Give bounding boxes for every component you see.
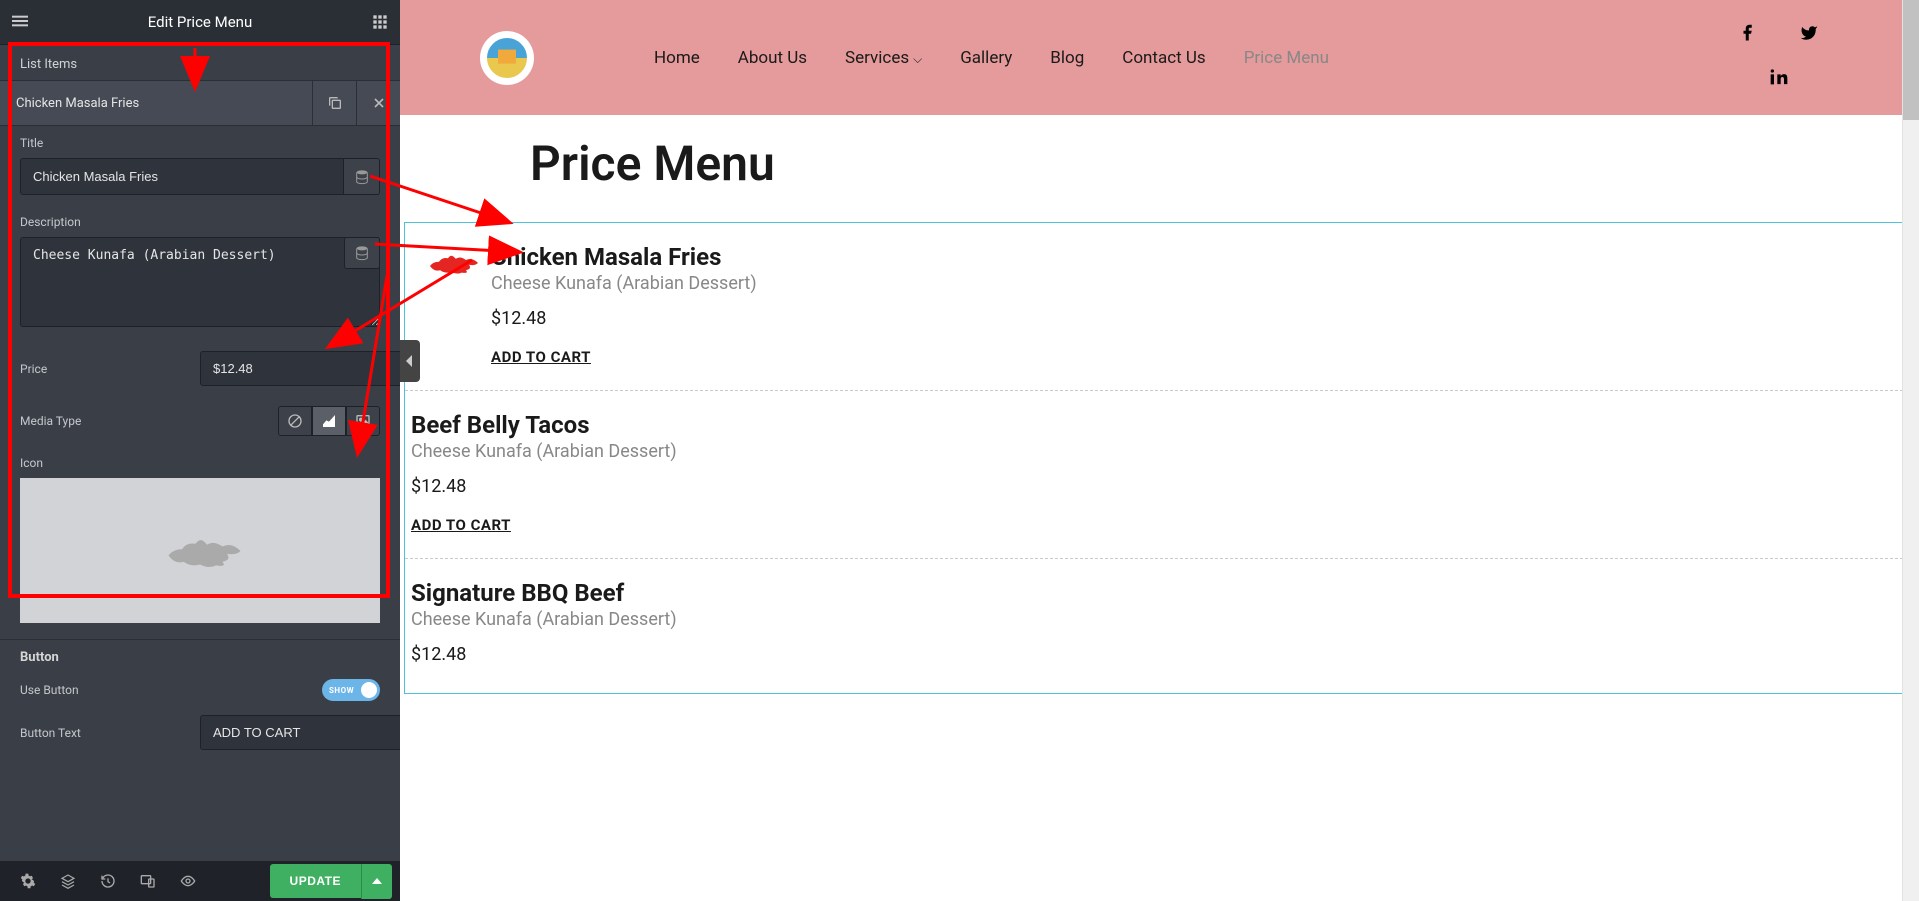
nav-services[interactable]: Services⌵ — [845, 48, 922, 68]
update-options-button[interactable] — [361, 864, 392, 899]
menu-item-title: Beef Belly Tacos — [411, 411, 1908, 439]
menu-item-desc: Cheese Kunafa (Arabian Dessert) — [411, 441, 1908, 462]
menu-item-price: $12.48 — [411, 644, 1908, 665]
site-nav: Home About Us Services⌵ Gallery Blog Con… — [654, 48, 1329, 68]
responsive-icon[interactable] — [128, 861, 168, 901]
nav-gallery[interactable]: Gallery — [960, 48, 1012, 68]
apps-grid-icon[interactable] — [364, 14, 388, 30]
preview-canvas: Home About Us Services⌵ Gallery Blog Con… — [400, 0, 1919, 901]
nav-contact[interactable]: Contact Us — [1122, 48, 1205, 68]
icon-label: Icon — [20, 456, 380, 470]
use-button-label: Use Button — [20, 683, 79, 697]
use-button-toggle[interactable]: SHOW — [322, 679, 380, 701]
remove-item-button[interactable] — [356, 81, 400, 125]
menu-item-title: Signature BBQ Beef — [411, 579, 1908, 607]
facebook-icon[interactable] — [1739, 23, 1759, 48]
description-dynamic-button[interactable] — [344, 237, 380, 269]
title-input[interactable] — [20, 158, 344, 195]
media-icon-button[interactable] — [312, 406, 346, 436]
button-section-heading: Button — [20, 650, 380, 665]
description-label: Description — [20, 215, 380, 229]
menu-item: Signature BBQ Beef Cheese Kunafa (Arabia… — [405, 559, 1908, 693]
duplicate-item-button[interactable] — [312, 81, 356, 125]
list-item-name: Chicken Masala Fries — [0, 82, 312, 125]
button-text-label: Button Text — [20, 726, 81, 740]
add-to-cart-button[interactable]: ADD TO CART — [491, 348, 591, 366]
update-button[interactable]: UPDATE — [270, 864, 361, 898]
menu-item: Chicken Masala Fries Cheese Kunafa (Arab… — [405, 223, 1908, 391]
price-label: Price — [20, 362, 200, 376]
menu-item-desc: Cheese Kunafa (Arabian Dessert) — [411, 609, 1908, 630]
bird-icon — [155, 521, 245, 581]
menu-item-price: $12.48 — [491, 308, 1908, 329]
linkedin-icon[interactable] — [1769, 66, 1789, 92]
menu-item-desc: Cheese Kunafa (Arabian Dessert) — [491, 273, 1908, 294]
bird-icon — [421, 243, 481, 283]
sidebar-header: Edit Price Menu — [0, 0, 400, 45]
button-text-input[interactable] — [200, 715, 400, 750]
menu-item-price: $12.48 — [411, 476, 1908, 497]
media-type-label: Media Type — [20, 414, 278, 428]
list-item-header[interactable]: Chicken Masala Fries — [0, 80, 400, 126]
title-dynamic-button[interactable] — [344, 158, 380, 195]
list-items-label: List Items — [0, 45, 400, 80]
media-image-button[interactable] — [346, 406, 380, 436]
preview-icon[interactable] — [168, 861, 208, 901]
twitter-icon[interactable] — [1799, 23, 1819, 48]
history-icon[interactable] — [88, 861, 128, 901]
chevron-down-icon: ⌵ — [913, 52, 922, 66]
menu-item: Beef Belly Tacos Cheese Kunafa (Arabian … — [405, 391, 1908, 559]
media-none-button[interactable] — [278, 406, 312, 436]
site-logo[interactable] — [480, 31, 534, 85]
panel-title: Edit Price Menu — [36, 13, 364, 31]
page-title: Price Menu — [530, 135, 1919, 192]
nav-price-menu[interactable]: Price Menu — [1244, 48, 1329, 68]
price-menu-widget[interactable]: Chicken Masala Fries Cheese Kunafa (Arab… — [404, 222, 1909, 694]
editor-sidebar: Edit Price Menu List Items Chicken Masal… — [0, 0, 400, 901]
scrollbar[interactable] — [1902, 0, 1919, 901]
title-label: Title — [20, 136, 380, 150]
hamburger-menu-icon[interactable] — [12, 10, 36, 34]
nav-about[interactable]: About Us — [738, 48, 807, 68]
icon-preview-area[interactable] — [20, 478, 380, 623]
menu-item-title: Chicken Masala Fries — [491, 243, 1908, 271]
site-header: Home About Us Services⌵ Gallery Blog Con… — [400, 0, 1919, 115]
settings-icon[interactable] — [8, 861, 48, 901]
add-to-cart-button[interactable]: ADD TO CART — [411, 516, 511, 534]
nav-home[interactable]: Home — [654, 48, 700, 68]
collapse-panel-button[interactable] — [400, 340, 420, 382]
description-input[interactable] — [20, 237, 380, 327]
sidebar-footer: UPDATE — [0, 861, 400, 901]
navigator-icon[interactable] — [48, 861, 88, 901]
nav-blog[interactable]: Blog — [1050, 48, 1084, 68]
price-input[interactable] — [200, 351, 400, 386]
